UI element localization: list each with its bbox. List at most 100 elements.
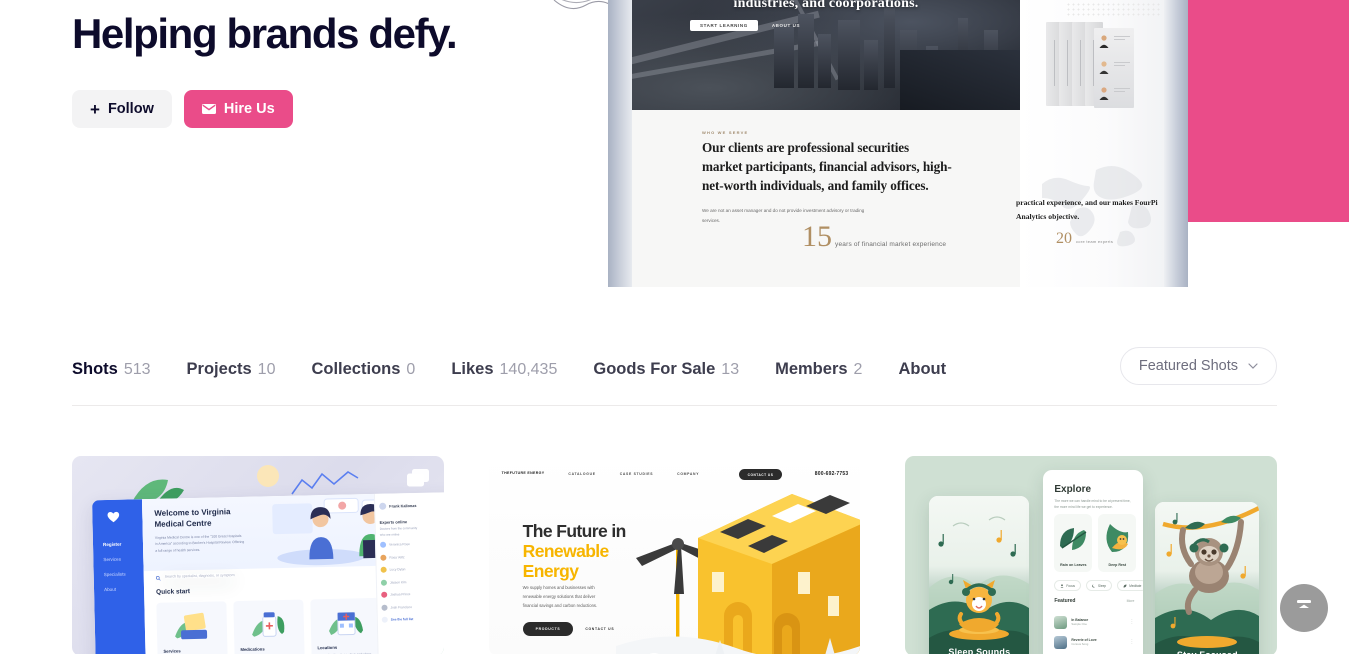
shot-card-virginia-medical[interactable]: Register Services Specialists About Welc… <box>72 456 444 654</box>
pill-sleep[interactable]: Sleep <box>1086 580 1113 591</box>
sidebar-item-services[interactable]: Services <box>103 556 147 562</box>
expert-name: Veronica Rose <box>389 542 410 547</box>
tab-about[interactable]: About <box>898 360 946 379</box>
mock-stat-caption: years of financial market experience <box>835 241 947 248</box>
explore-cards: Rain on Leaves Deep Rest <box>1054 514 1137 572</box>
experts-title: Experts online <box>379 519 408 525</box>
avatar <box>381 604 388 611</box>
hire-us-button[interactable]: Hire Us <box>183 90 293 128</box>
city-photograph: industries, and coorporations. START LEA… <box>632 0 1020 110</box>
page-title: Helping brands defy. <box>72 10 458 57</box>
energy-logo[interactable]: THEFUTURE ENERGY <box>502 471 545 476</box>
sidebar-item-register[interactable]: Register <box>103 541 147 547</box>
tab-goods-for-sale-count: 13 <box>721 360 740 378</box>
hero-featured-shot[interactable]: industries, and coorporations. START LEA… <box>608 0 1188 287</box>
sidebar-item-about[interactable]: About <box>104 586 148 592</box>
tab-projects[interactable]: Projects 10 <box>187 360 276 379</box>
featured-item[interactable]: In Balance Sample One ⋮ <box>1054 614 1134 630</box>
chevron-down-icon <box>1248 363 1258 369</box>
experts-more-link[interactable]: See the full list <box>381 616 414 623</box>
pill-label: Sleep <box>1098 583 1107 588</box>
shots-grid: Register Services Specialists About Welc… <box>72 456 1278 654</box>
explore-card-label: Rain on Leaves <box>1060 563 1087 567</box>
medical-heading: Welcome to Virginia Medical Centre <box>154 507 231 529</box>
expert-name: Rosa Veltz <box>389 554 405 560</box>
tab-shots-label: Shots <box>72 359 118 378</box>
phone-explore: Explore The more we can handle mind to b… <box>1043 470 1144 654</box>
medical-sidebar-nav: Register Services Specialists About <box>103 541 148 602</box>
pill-meditate[interactable]: Meditate <box>1117 580 1144 591</box>
avatar <box>380 579 388 586</box>
energy-paragraph: We supply homes and businesses with rene… <box>522 585 598 608</box>
medical-paragraph: Virginia Medical Centre is one of the "1… <box>154 533 245 553</box>
tab-members[interactable]: Members 2 <box>775 360 862 379</box>
energy-products-button[interactable]: PRODUCTS <box>522 622 574 636</box>
tab-goods-for-sale-label: Goods For Sale <box>593 359 716 378</box>
person-icon <box>1060 583 1064 588</box>
more-options-icon[interactable]: ⋮ <box>1129 619 1134 624</box>
medical-search-field[interactable]: Search by specialist, diagnosis, or symp… <box>155 572 296 582</box>
medical-right-rail: Frank Kallonas Experts online Doctors fr… <box>373 492 427 654</box>
multiple-shots-icon <box>406 469 429 487</box>
energy-heading-line1: The Future in <box>522 521 627 541</box>
tab-collections[interactable]: Collections 0 <box>311 360 415 379</box>
circle-doodle <box>257 465 279 487</box>
featured-item[interactable]: Reverie of Love Curious Song ⋮ <box>1054 634 1134 650</box>
shot-card-renewable-energy[interactable]: THEFUTURE ENERGY CATALOGUE CASE STUDIES … <box>488 456 861 654</box>
hero-mock-page-left: industries, and coorporations. START LEA… <box>632 0 1020 287</box>
medical-quickstart-title: Quick start <box>156 588 191 596</box>
explore-card-rain-on-leaves[interactable]: Rain on Leaves <box>1054 514 1093 572</box>
explore-title: Explore <box>1054 484 1092 495</box>
medical-user[interactable]: Frank Kallonas <box>379 502 416 510</box>
featured-more-link[interactable]: More <box>1127 599 1135 603</box>
thumbnail <box>1054 615 1068 629</box>
heart-icon <box>107 511 120 523</box>
energy-heading-line3: Energy <box>522 560 579 581</box>
tab-likes[interactable]: Likes 140,435 <box>451 360 557 379</box>
focus-scene <box>1155 502 1260 654</box>
energy-nav-catalogue[interactable]: CATALOGUE <box>568 472 595 476</box>
pill-focus[interactable]: Focus <box>1054 580 1082 591</box>
sidebar-item-specialists[interactable]: Specialists <box>104 571 148 577</box>
tab-goods-for-sale[interactable]: Goods For Sale 13 <box>593 360 739 379</box>
quickstart-tile-medications[interactable]: Medications Look for prescription and ov… <box>233 599 306 654</box>
tab-likes-count: 140,435 <box>499 360 558 378</box>
quickstart-tile-title: Locations <box>317 644 338 651</box>
quickstart-tile-locations[interactable]: Locations Convenient locations when and … <box>310 597 383 654</box>
hero-section: Helping brands defy. + Follow Hire Us in… <box>0 0 1349 290</box>
follow-button[interactable]: + Follow <box>72 90 172 128</box>
explore-card-label: Deep Rest <box>1108 563 1127 567</box>
sleep-sounds-title: Sleep Sounds <box>948 647 1011 654</box>
sort-dropdown[interactable]: Featured Shots <box>1119 347 1277 385</box>
mock-right-stat-number: 20 <box>1056 230 1072 247</box>
energy-contact-link[interactable]: CONTACT US <box>585 627 614 631</box>
expert-name: Josh Francisco <box>390 604 412 610</box>
medical-search-placeholder: Search by specialist, diagnosis, or symp… <box>164 573 235 579</box>
list-item[interactable]: Lucy Dylan <box>380 566 413 573</box>
tab-shots[interactable]: Shots 513 <box>72 360 151 379</box>
scroll-to-top-button[interactable] <box>1280 584 1328 632</box>
search-icon <box>155 575 161 581</box>
more-options-icon[interactable]: ⋮ <box>1129 639 1134 644</box>
leaf-icon <box>1123 584 1127 587</box>
mock-stat-number: 15 <box>802 220 832 253</box>
quickstart-tile-title: Medications <box>240 646 265 653</box>
list-item[interactable]: Veronica Rose <box>380 541 412 548</box>
quickstart-tile-services[interactable]: Services Recognized because health care … <box>156 601 229 654</box>
pink-accent-block <box>1187 0 1349 222</box>
list-item[interactable]: Josh Francisco <box>381 604 413 611</box>
tab-collections-count: 0 <box>406 360 416 378</box>
phone-stay-focused: Stay Focused <box>1155 502 1260 654</box>
list-item[interactable]: Joshua Prince <box>381 591 413 598</box>
energy-heading-line2: Renewable <box>522 540 610 561</box>
medical-quickstart-tiles: Services Recognized because health care … <box>156 597 383 654</box>
list-item[interactable]: Rosa Veltz <box>380 554 412 561</box>
mock-right-stat: 20 core team experts <box>1056 230 1113 248</box>
list-item[interactable]: Jasson Kim <box>380 579 413 586</box>
scroll-to-top-icon <box>1297 600 1311 616</box>
explore-subtitle: The more we can handle mind to be at pre… <box>1054 499 1131 510</box>
sloth-illustration <box>1155 506 1260 654</box>
tab-shots-count: 513 <box>123 360 151 378</box>
explore-card-deep-rest[interactable]: Deep Rest <box>1098 514 1137 572</box>
shot-card-meditation-app[interactable]: Sleep Sounds Fall asleep with natural so… <box>905 456 1278 654</box>
